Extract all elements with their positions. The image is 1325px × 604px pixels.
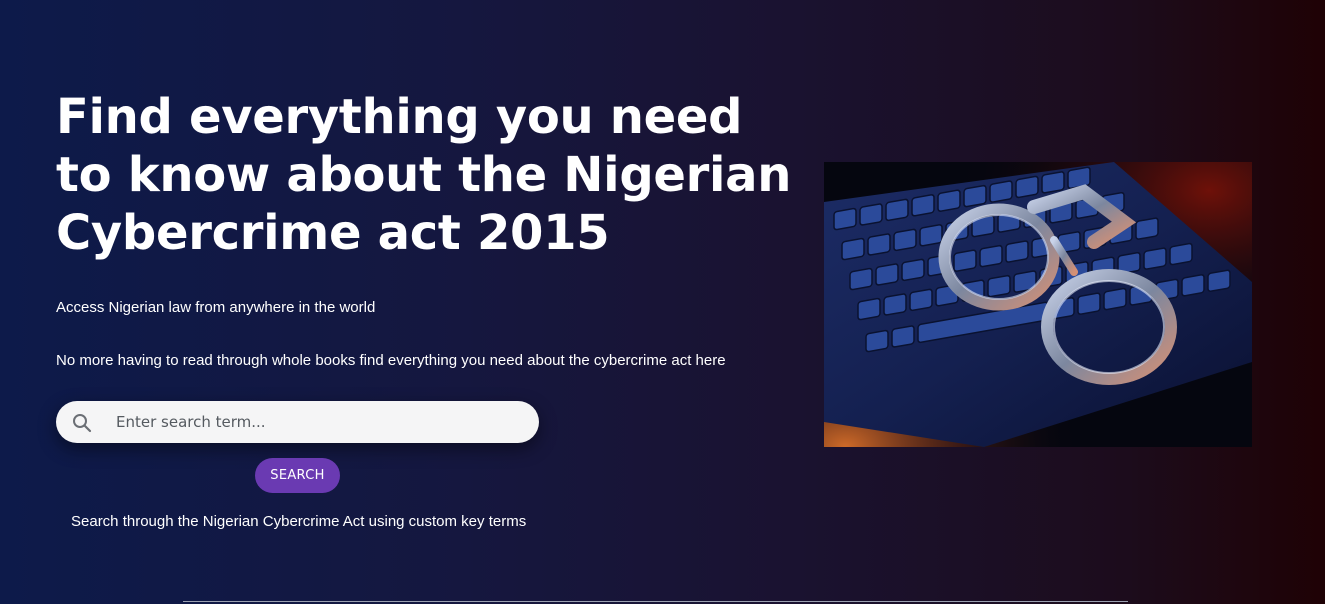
bottom-divider [183, 601, 1128, 602]
page-title: Find everything you need to know about t… [56, 89, 792, 261]
search-button[interactable]: SEARCH [255, 458, 340, 493]
subtitle-description: No more having to read through whole boo… [56, 352, 726, 369]
subtitle-access: Access Nigerian law from anywhere in the… [56, 299, 376, 316]
keyboard-handcuffs-image [824, 162, 1252, 447]
search-input[interactable] [116, 407, 516, 437]
search-icon[interactable] [72, 413, 92, 433]
hero-section: Find everything you need to know about t… [0, 0, 1325, 604]
search-bar[interactable] [56, 401, 539, 443]
search-helper-text: Search through the Nigerian Cybercrime A… [71, 513, 527, 530]
